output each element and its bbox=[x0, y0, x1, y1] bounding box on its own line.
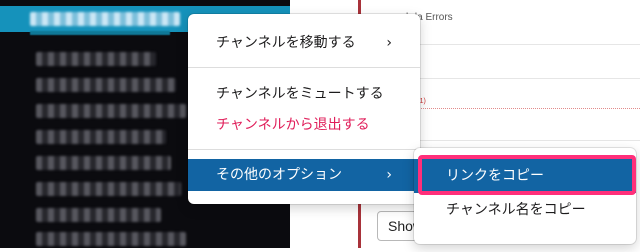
menu-item-label: チャンネルを移動する bbox=[216, 35, 356, 51]
menu-item-label: その他のオプション bbox=[216, 167, 342, 183]
blurred-channel-name bbox=[36, 182, 181, 196]
chevron-right-icon: › bbox=[386, 35, 392, 51]
channel-context-menu: チャンネルを移動する › チャンネルをミュートする チャンネルから退出する その… bbox=[188, 14, 420, 204]
blurred-channel-name bbox=[36, 156, 171, 170]
menu-item-label: チャンネルをミュートする bbox=[216, 86, 384, 102]
blurred-channel-name bbox=[36, 78, 176, 92]
submenu-item-label: チャンネル名をコピー bbox=[446, 202, 586, 218]
blurred-channel-name bbox=[30, 12, 180, 26]
sidebar-item[interactable] bbox=[0, 202, 290, 228]
blurred-channel-name bbox=[36, 208, 161, 222]
menu-item-label: チャンネルから退出する bbox=[216, 117, 370, 133]
blurred-channel-name bbox=[36, 52, 156, 66]
blurred-channel-name bbox=[36, 104, 186, 118]
menu-item-mute-channel[interactable]: チャンネルをミュートする bbox=[188, 78, 420, 110]
submenu-item-copy-channel-name[interactable]: チャンネル名をコピー bbox=[414, 193, 636, 227]
menu-item-move-channel[interactable]: チャンネルを移動する › bbox=[188, 27, 420, 59]
chevron-right-icon: › bbox=[386, 167, 392, 183]
menu-item-leave-channel[interactable]: チャンネルから退出する bbox=[188, 109, 420, 141]
annotation-highlight-box bbox=[418, 155, 636, 195]
menu-divider bbox=[188, 67, 420, 68]
menu-divider bbox=[188, 149, 420, 150]
menu-item-more-options[interactable]: その他のオプション › bbox=[188, 159, 420, 191]
blurred-channel-name bbox=[36, 130, 166, 144]
blurred-channel-name bbox=[36, 232, 186, 246]
sidebar-item[interactable] bbox=[0, 226, 290, 252]
active-channel-underline bbox=[30, 31, 170, 35]
